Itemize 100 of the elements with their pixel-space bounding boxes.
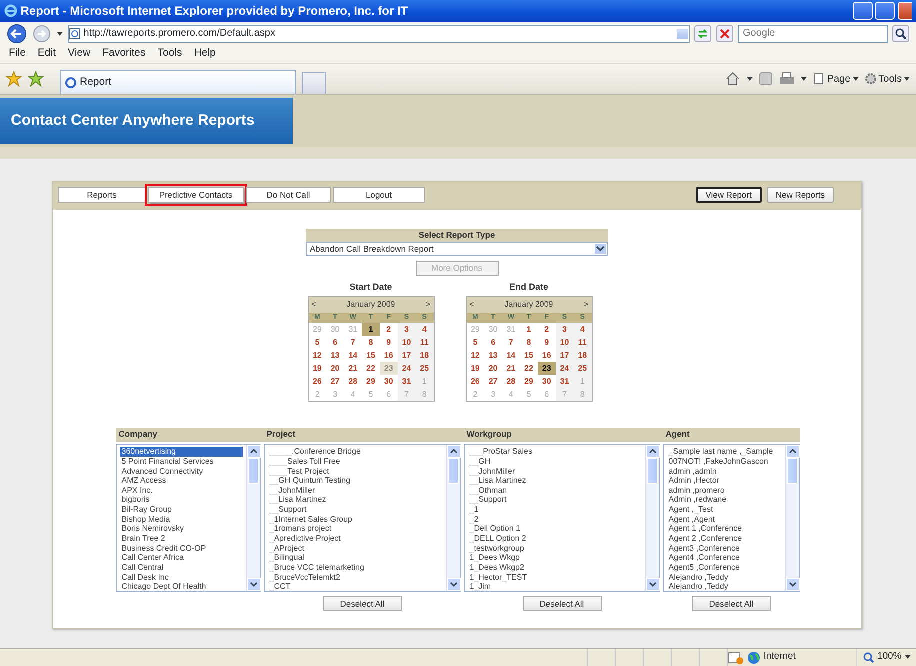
list-item[interactable]: _Bruce VCC telemarketing [268, 562, 444, 573]
list-item[interactable]: _1romans project [268, 524, 444, 534]
calendar-day[interactable]: 6 [326, 336, 344, 348]
list-item[interactable]: 1_Dees Wkgp2 [468, 562, 642, 573]
action-button[interactable]: View Report [696, 187, 762, 203]
calendar-day[interactable]: 14 [502, 348, 520, 362]
list-item[interactable]: _1 [468, 505, 642, 515]
calendar-day[interactable]: 9 [538, 336, 556, 348]
home-icon[interactable] [725, 71, 742, 87]
nav-tab[interactable]: Logout [333, 187, 425, 203]
calendar-day[interactable]: 28 [344, 374, 362, 388]
calendar-day[interactable]: 30 [380, 374, 398, 388]
calendar-day[interactable]: 10 [398, 336, 416, 348]
scroll-down-icon[interactable] [786, 578, 800, 590]
calendar-day[interactable]: 16 [538, 348, 556, 362]
scroll-thumb[interactable] [248, 458, 259, 484]
calendar-day[interactable]: 29 [520, 374, 538, 388]
calendar-day[interactable]: 14 [344, 348, 362, 362]
caret-icon[interactable] [801, 76, 808, 82]
scrollbar[interactable] [246, 444, 260, 590]
calendar-day[interactable]: 31 [398, 374, 416, 388]
list-item[interactable]: __JohnMiller [268, 486, 444, 496]
calendar-day[interactable]: 20 [484, 362, 502, 374]
list-item[interactable]: Admin ,Hector [666, 476, 782, 486]
calendar-day[interactable]: 13 [484, 348, 502, 362]
stop-icon[interactable] [716, 24, 734, 42]
calendar-day[interactable]: 15 [362, 348, 380, 362]
refresh-icon[interactable] [694, 24, 712, 42]
list-item[interactable]: __JohnMiller [468, 466, 642, 476]
list-box[interactable] [663, 444, 800, 592]
page-icon[interactable] [813, 73, 826, 85]
menu-item[interactable]: Favorites [98, 46, 151, 62]
list-box[interactable]: ___ProStar Sales __GH __JohnMiller __Lisa Martinez __Othman __Support _1 _2 _Dell Option 1 _DELL Option 2 _testworkgroup 1_Dees Wkgp 1_Dees Wkgp2 1_Hector_TEST 1_Jim [464, 444, 660, 592]
zoom-level[interactable]: 100% [877, 650, 902, 665]
list-item[interactable]: _Dell Option 1 [468, 524, 642, 534]
list-item[interactable]: Brain Tree 2 [120, 534, 244, 544]
scroll-down-icon[interactable] [247, 578, 261, 590]
calendar-day[interactable]: 19 [466, 362, 484, 374]
list-item[interactable]: ___ProStar Sales [468, 447, 642, 457]
calendar-day[interactable]: 30 [538, 374, 556, 388]
calendar-day[interactable]: 13 [326, 348, 344, 362]
list-item[interactable]: APX Inc. [120, 486, 244, 496]
calendar-day[interactable]: 19 [308, 362, 326, 374]
star-icon[interactable] [6, 71, 22, 87]
caret-icon[interactable] [747, 76, 754, 82]
report-type-select[interactable]: Abandon Call Breakdown Report [306, 242, 608, 256]
print-icon[interactable] [779, 72, 796, 86]
prev-month-link[interactable]: < [312, 298, 316, 310]
list-item[interactable]: ____Sales Toll Free [268, 456, 444, 467]
calendar-day[interactable]: 8 [520, 336, 538, 348]
calendar-day[interactable]: 17 [398, 348, 416, 362]
calendar-day[interactable]: 16 [380, 348, 398, 362]
calendar-day[interactable]: 3 [556, 322, 574, 336]
calendar-day[interactable]: 12 [466, 348, 484, 362]
search-field[interactable]: Google [738, 24, 888, 42]
list-item[interactable]: _Sample last name ,_Sample [666, 447, 782, 457]
list-item[interactable]: Boris Nemirovsky [120, 524, 244, 534]
calendar-day[interactable]: 26 [466, 374, 484, 388]
list-item[interactable]: Admin ,redwane [666, 495, 782, 506]
list-item[interactable]: _CCT [268, 582, 444, 590]
list-item[interactable]: admin ,promero [666, 486, 782, 496]
list-item[interactable]: Bil-Ray Group [120, 505, 244, 515]
prev-month-link[interactable]: < [470, 298, 474, 310]
list-item[interactable]: Agent ,_Test [666, 505, 782, 515]
close-button[interactable] [898, 2, 912, 20]
list-item[interactable]: Agent5 ,Conference [666, 562, 782, 573]
list-item[interactable]: 5 Point Financial Services [120, 456, 244, 467]
list-item[interactable]: Call Center Africa [120, 553, 244, 563]
list-item[interactable]: _1Internet Sales Group [268, 514, 444, 524]
calendar-day[interactable]: 27 [326, 374, 344, 388]
scroll-up-icon[interactable] [447, 444, 461, 458]
scroll-up-icon[interactable] [247, 444, 261, 458]
restore-button[interactable] [875, 2, 896, 20]
calendar-day[interactable]: 21 [344, 362, 362, 374]
list-item[interactable]: bigboris [120, 495, 244, 506]
scroll-down-icon[interactable] [447, 578, 461, 590]
list-item[interactable]: AMZ Access [120, 476, 244, 486]
deselect-all-button[interactable]: Deselect All [522, 596, 602, 612]
calendar-day[interactable]: 27 [484, 374, 502, 388]
menu-item[interactable]: Edit [32, 46, 62, 62]
back-icon[interactable] [6, 24, 28, 44]
calendar-day[interactable]: 23 [538, 362, 556, 374]
scroll-thumb[interactable] [787, 458, 798, 484]
list-item[interactable]: Call Central [120, 562, 244, 573]
list-item[interactable]: Alejandro ,Teddy [666, 582, 782, 590]
list-item[interactable]: admin ,admin [666, 466, 782, 476]
calendar-day[interactable]: 2 [538, 322, 556, 336]
scroll-down-icon[interactable] [646, 578, 660, 590]
list-box[interactable] [264, 444, 461, 592]
list-item[interactable]: Bishop Media [120, 514, 244, 524]
calendar-day[interactable]: 6 [484, 336, 502, 348]
list-item[interactable]: Chicago Dept Of Health [120, 582, 244, 590]
zoom-icon[interactable] [862, 652, 875, 664]
calendar-day[interactable]: 3 [398, 322, 416, 336]
menu-item[interactable]: View [63, 46, 96, 62]
action-button[interactable]: New Reports [766, 187, 834, 203]
caret-icon[interactable] [904, 76, 910, 82]
list-item[interactable]: __Othman [468, 486, 642, 496]
list-item[interactable]: 1_Jim [468, 582, 642, 590]
scrollbar[interactable] [446, 444, 460, 590]
